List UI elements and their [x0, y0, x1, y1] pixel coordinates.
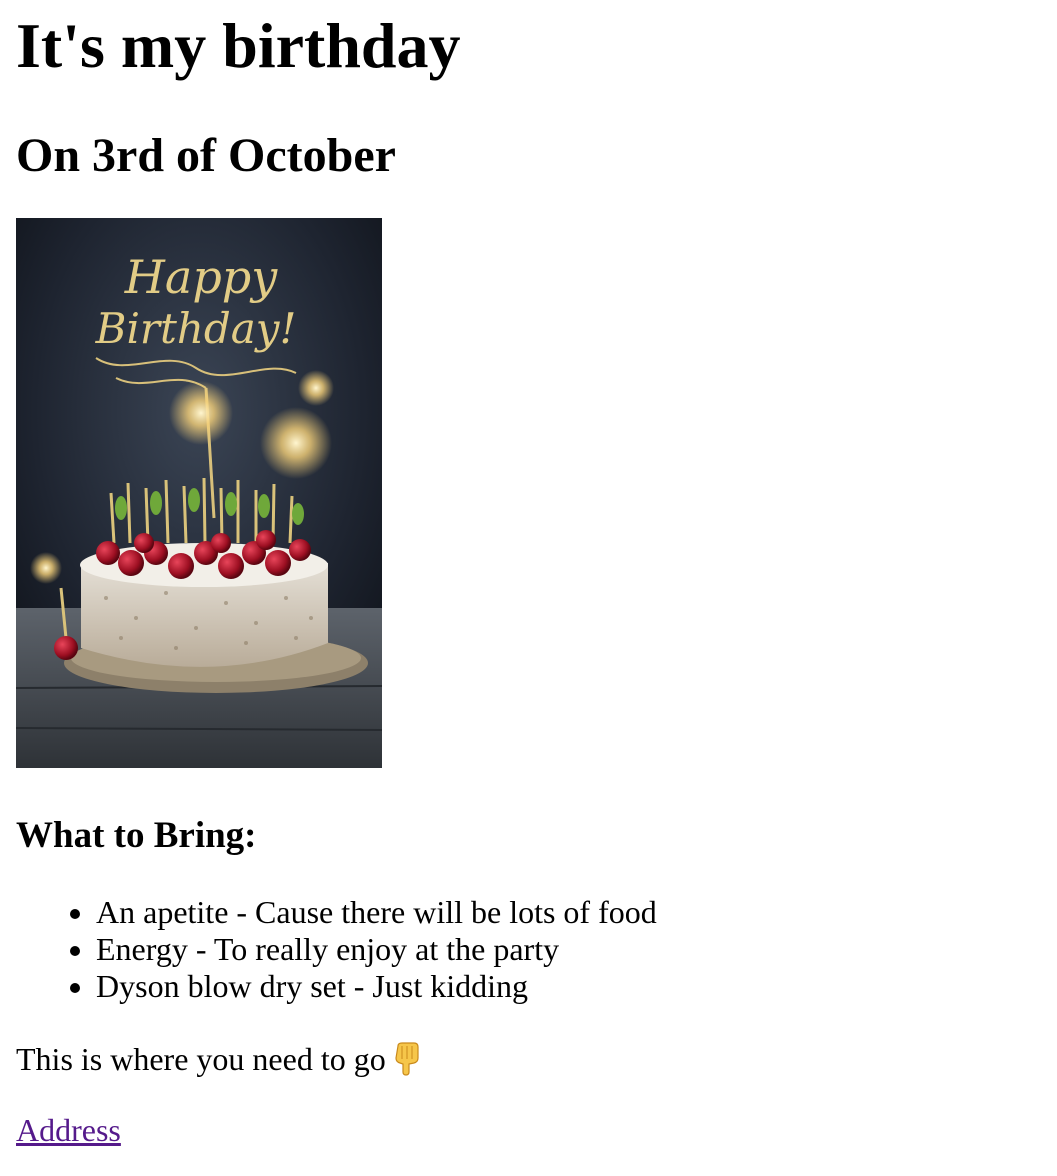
birthday-cake-image: Happy Birthday!: [16, 218, 382, 768]
date-heading: On 3rd of October: [16, 129, 396, 182]
bring-list: An apetite - Cause there will be lots of…: [16, 894, 1041, 1005]
pointing-down-hand-icon: [395, 1042, 419, 1076]
list-item: Dyson blow dry set - Just kidding: [96, 968, 1041, 1005]
bring-heading: What to Bring:: [16, 815, 257, 856]
list-item: Energy - To really enjoy at the party: [96, 931, 1041, 968]
address-paragraph: Address: [16, 1112, 1041, 1149]
topper-line-2: Birthday!: [95, 304, 297, 353]
page: It's my birthday On 3rd of October Happy…: [0, 0, 1057, 1149]
page-title: It's my birthday: [16, 10, 461, 81]
directions-text: This is where you need to go: [16, 1041, 386, 1077]
list-item: An apetite - Cause there will be lots of…: [96, 894, 1041, 931]
address-link[interactable]: Address: [16, 1112, 121, 1148]
topper-line-1: Happy: [124, 250, 278, 304]
directions-paragraph: This is where you need to go: [16, 1041, 1041, 1078]
